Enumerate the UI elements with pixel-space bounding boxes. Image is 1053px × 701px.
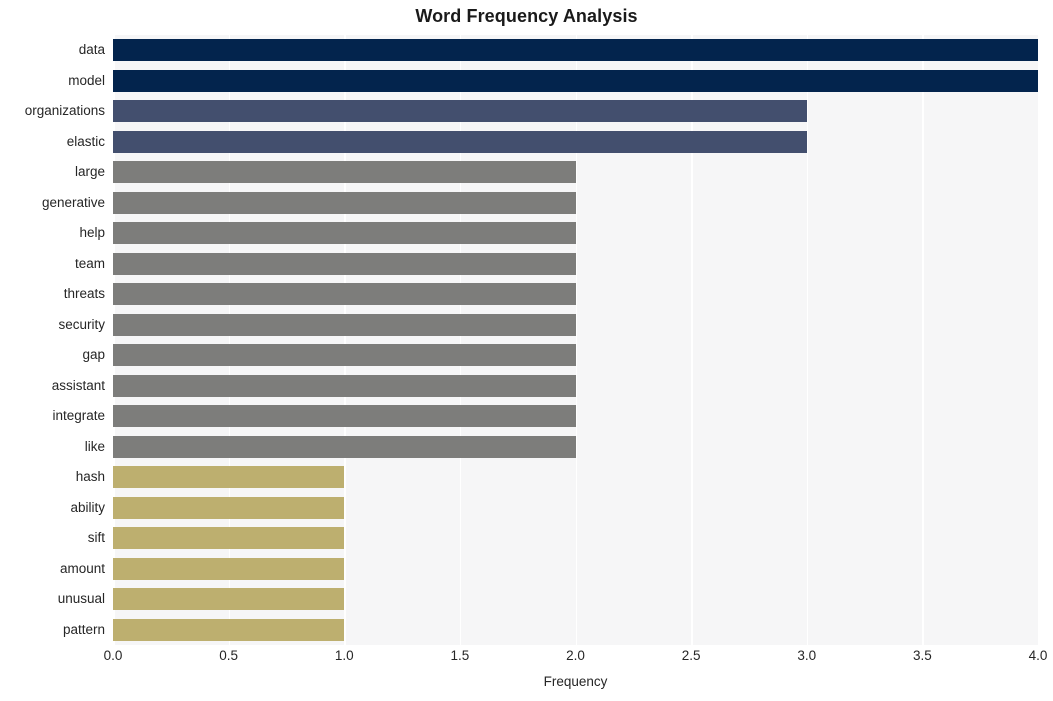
x-tick-label: 0.0	[103, 648, 123, 663]
y-tick-label: gap	[82, 347, 105, 363]
y-axis-tick-labels: data model organizations elastic large genera…	[0, 35, 105, 645]
bar[interactable]	[113, 222, 576, 245]
bar[interactable]	[113, 466, 345, 489]
bar[interactable]	[113, 588, 345, 611]
bar[interactable]	[113, 100, 807, 123]
y-tick-label: threats	[63, 286, 105, 302]
y-tick-label: help	[79, 225, 105, 241]
y-tick-label: security	[58, 316, 105, 332]
bar[interactable]	[113, 39, 1038, 62]
gridline	[1038, 35, 1040, 645]
plot-area	[113, 35, 1040, 645]
bar[interactable]	[113, 252, 576, 275]
bar[interactable]	[113, 374, 576, 397]
bar[interactable]	[113, 191, 576, 214]
y-tick-label: pattern	[62, 621, 105, 637]
bar[interactable]	[113, 283, 576, 306]
y-tick-label: data	[78, 42, 105, 58]
bar[interactable]	[113, 435, 576, 458]
y-tick-label: assistant	[51, 377, 105, 393]
x-tick-label: 3.5	[912, 648, 932, 663]
bar[interactable]	[113, 313, 576, 336]
y-tick-label: elastic	[66, 133, 105, 149]
bar[interactable]	[113, 130, 807, 153]
x-axis-title: Frequency	[543, 674, 608, 689]
chart-title: Word Frequency Analysis	[415, 6, 638, 26]
x-tick-label: 1.0	[334, 648, 354, 663]
x-tick-label: 2.5	[681, 648, 701, 663]
x-tick-label: 0.5	[219, 648, 239, 663]
bar-series	[113, 35, 1038, 645]
chart-figure: Word Frequency Analysis data model organiz…	[0, 0, 1053, 701]
y-tick-label: hash	[75, 469, 105, 485]
bar[interactable]	[113, 161, 576, 184]
bar[interactable]	[113, 344, 576, 367]
y-tick-label: like	[84, 438, 105, 454]
y-tick-label: team	[74, 255, 105, 271]
bar[interactable]	[113, 618, 345, 641]
y-tick-label: integrate	[52, 408, 105, 424]
x-tick-label: 2.0	[566, 648, 585, 663]
y-tick-label: ability	[70, 499, 105, 515]
y-tick-label: generative	[41, 194, 105, 210]
bar[interactable]	[113, 496, 345, 519]
y-tick-label: amount	[59, 560, 105, 576]
x-tick-label: 3.0	[797, 648, 817, 663]
bar[interactable]	[113, 527, 345, 550]
bar[interactable]	[113, 405, 576, 428]
y-tick-label: large	[74, 164, 105, 180]
x-tick-label: 4.0	[1028, 648, 1048, 663]
y-tick-label: sift	[87, 530, 105, 546]
bar[interactable]	[113, 557, 345, 580]
bar[interactable]	[113, 69, 1038, 92]
y-tick-label: organizations	[24, 103, 105, 119]
x-tick-label: 1.5	[450, 648, 470, 663]
x-axis-tick-labels: 0.0 0.5 1.0 1.5 2.0 2.5 3.0 3.5 4.0	[0, 648, 1053, 668]
y-tick-label: unusual	[57, 591, 105, 607]
y-tick-label: model	[68, 72, 105, 88]
